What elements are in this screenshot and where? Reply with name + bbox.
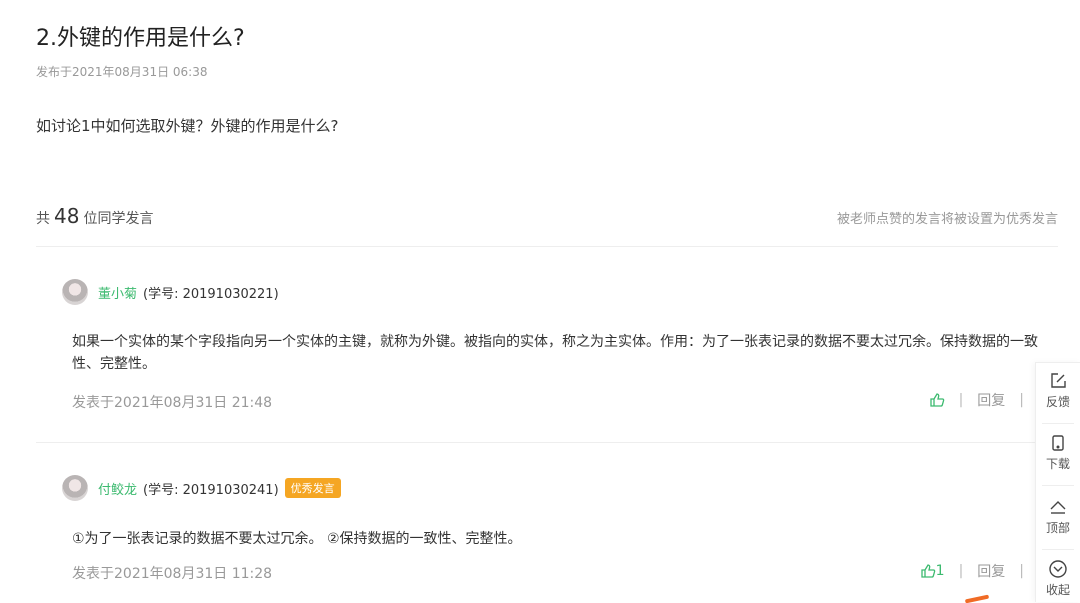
page-title: 2.外键的作用是什么? [36,26,245,51]
like-count: 1 [935,563,945,579]
thumbs-up-icon [929,393,944,407]
reply-button[interactable]: 回复 [977,390,1005,410]
divider [1042,423,1074,424]
post-count: 共 48 位同学发言 [36,204,153,228]
count-prefix: 共 [36,211,50,227]
edit-icon [1051,373,1066,388]
excellent-hint: 被老师点赞的发言将被设置为优秀发言 [836,212,1058,227]
separator: | [1019,392,1024,408]
post-date: 发表于2021年08月31日 21:48 [72,395,273,411]
post-date: 发表于2021年08月31日 11:28 [72,566,273,582]
tablet-icon [1052,435,1064,451]
decoration-line [964,594,990,603]
post-author: 付鲛龙 (学号: 20191030241) 优秀发言 [62,475,341,501]
student-id: (学号: 20191030241) [143,482,279,498]
feedback-label: 反馈 [1045,395,1070,409]
separator: | [958,563,964,579]
student-id: (学号: 20191030221) [143,286,279,302]
collapse-label: 收起 [1045,583,1070,597]
reply-button[interactable]: 回复 [977,561,1005,581]
count-number: 48 [54,204,80,228]
feedback-button[interactable]: 反馈 [1036,371,1080,410]
collapse-button[interactable]: 收起 [1036,559,1080,598]
divider [1042,549,1074,550]
author-name[interactable]: 董小菊 [98,283,137,302]
post-author: 董小菊 (学号: 20191030221) [62,279,279,305]
like-button[interactable]: 1 [920,563,945,579]
post-content: 如果一个实体的某个字段指向另一个实体的主键，就称为外键。被指向的实体，称之为主实… [72,334,1038,372]
excellent-badge: 优秀发言 [284,478,341,498]
avatar[interactable] [62,279,88,305]
post-actions: 1 | 回复 | [920,561,1038,581]
download-label: 下载 [1045,457,1070,471]
chevron-up-icon [1050,501,1066,514]
top-label: 顶部 [1045,521,1070,535]
top-button[interactable]: 顶部 [1036,497,1080,536]
divider [36,246,1058,247]
publish-date: 发布于2021年08月31日 06:38 [36,65,208,79]
chevron-down-circle-icon [1049,560,1067,578]
author-name[interactable]: 付鲛龙 [98,479,137,498]
post-content: ①为了一张表记录的数据不要太过冗余。 ②保持数据的一致性、完整性。 [72,531,522,547]
thumbs-up-icon [920,564,935,578]
separator: | [958,392,964,408]
divider [1042,485,1074,486]
separator: | [1019,563,1024,579]
post-actions: | 回复 | [929,390,1038,410]
question-text: 如讨论1中如何选取外键？外键的作用是什么? [36,117,339,135]
count-suffix: 位同学发言 [83,211,154,227]
download-button[interactable]: 下载 [1036,433,1080,472]
avatar[interactable] [62,475,88,501]
like-button[interactable] [929,392,945,408]
floating-toolbar: 反馈 下载 顶部 收起 [1035,362,1080,602]
divider [36,442,1058,443]
